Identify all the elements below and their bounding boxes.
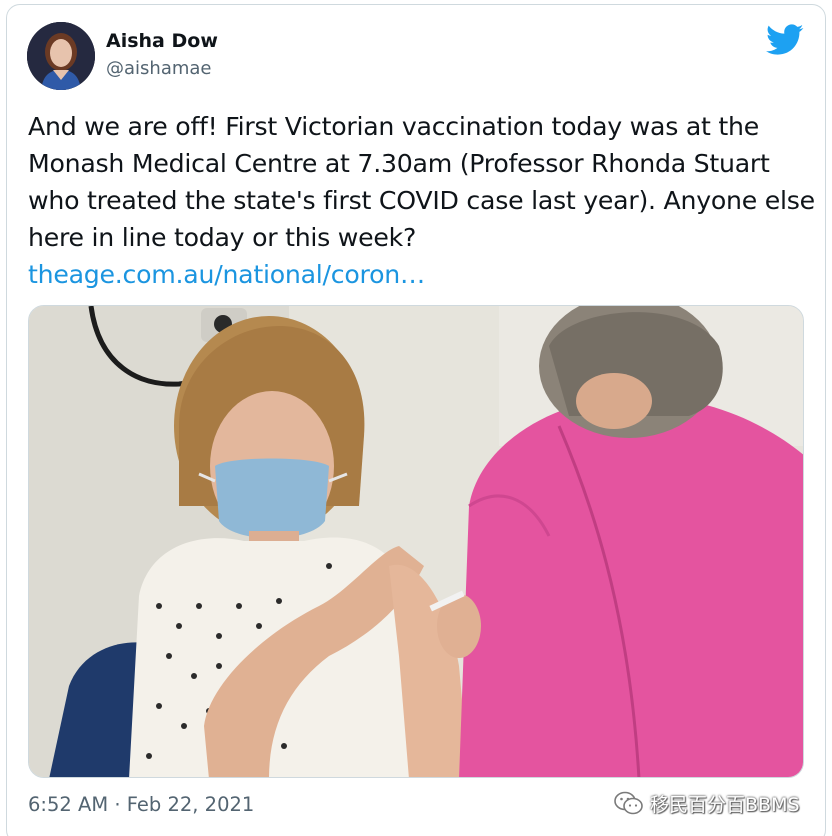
author-handle[interactable]: @aishamae bbox=[106, 58, 212, 79]
wechat-icon bbox=[614, 791, 643, 815]
article-link[interactable]: theage.com.au/national/coron… bbox=[28, 256, 425, 293]
avatar-photo bbox=[27, 22, 95, 90]
watermark-text: 移民百分百BBMS bbox=[650, 793, 800, 816]
twitter-bird-icon[interactable] bbox=[766, 24, 804, 56]
tweet-media-photo[interactable] bbox=[28, 305, 804, 778]
author-avatar[interactable] bbox=[27, 22, 95, 90]
tweet-text: And we are off! First Victorian vaccinat… bbox=[28, 112, 815, 252]
author-display-name[interactable]: Aisha Dow bbox=[106, 30, 218, 52]
watermark: 移民百分百BBMS bbox=[614, 789, 800, 817]
tweet-timestamp[interactable]: 6:52 AM · Feb 22, 2021 bbox=[28, 793, 254, 816]
vaccination-photo bbox=[29, 306, 803, 777]
